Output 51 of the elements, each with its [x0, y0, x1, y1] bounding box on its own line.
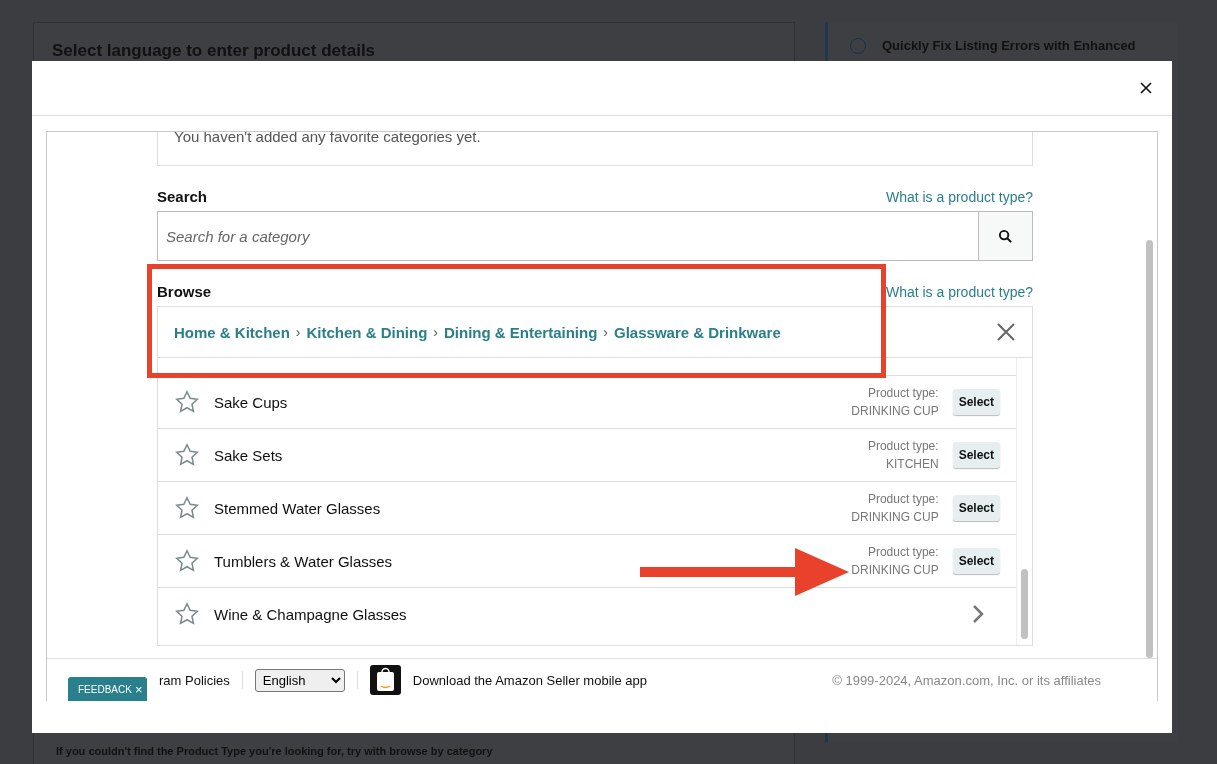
product-type-label: Product type: — [867, 385, 939, 402]
search-label: Search — [157, 188, 208, 205]
product-type-label: Product type: — [867, 491, 939, 508]
category-row[interactable]: Sake Cups Product type: DRINKING CUP Select — [158, 375, 1016, 428]
language-select[interactable]: English — [254, 668, 345, 692]
product-type-value: KITCHEN — [885, 456, 939, 473]
empty-favorites-message: You haven't added any favorite categories yet. — [157, 132, 1033, 166]
product-type-label: Product type: — [867, 438, 939, 455]
help-link[interactable]: What is a product type? — [885, 284, 1033, 300]
star-icon[interactable] — [174, 601, 200, 627]
product-type-value: DRINKING CUP — [851, 509, 939, 526]
chevron-icon: › — [433, 324, 439, 340]
app-download-link[interactable]: Download the Amazon Seller mobile app — [412, 672, 647, 688]
help-link[interactable]: What is a product type? — [885, 189, 1033, 205]
category-name: Stemmed Water Glasses — [214, 499, 382, 517]
select-button[interactable]: Select — [952, 548, 1000, 574]
star-icon[interactable] — [174, 495, 200, 521]
close-button[interactable]: × — [134, 681, 143, 697]
category-name: Tumblers & Water Glasses — [214, 552, 394, 570]
chevron-icon: › — [603, 324, 609, 340]
shopping-bag-icon — [369, 665, 401, 695]
policies-link[interactable]: ram Policies — [159, 672, 230, 688]
category-row[interactable]: Wine & Champagne Glasses — [158, 587, 1016, 640]
chevron-icon: › — [295, 324, 301, 340]
clear-button[interactable] — [996, 322, 1016, 342]
feedback-tab[interactable]: FEEDBACK × — [68, 677, 147, 701]
star-icon[interactable] — [174, 442, 200, 468]
search-field[interactable]: Search for a category — [157, 211, 978, 261]
browse-label: Browse — [157, 283, 212, 300]
category-row[interactable]: Sake Sets Product type: KITCHEN Select — [158, 428, 1016, 481]
category-name: Wine & Champagne Glasses — [214, 605, 408, 623]
category-name: Sake Sets — [214, 446, 284, 464]
search-icon[interactable] — [998, 228, 1013, 244]
category-row[interactable]: Stemmed Water Glasses Product type: DRINKING CUP Select — [158, 481, 1016, 534]
search-button[interactable] — [978, 211, 1033, 261]
category-name: Sake Cups — [214, 393, 289, 411]
select-button[interactable]: Select — [952, 442, 1000, 468]
select-button[interactable]: Select — [952, 389, 1000, 415]
chevron-right-icon[interactable] — [972, 604, 984, 624]
product-type-value: DRINKING CUP — [851, 403, 939, 420]
breadcrumb-link[interactable]: Kitchen & Dining — [306, 323, 428, 341]
product-type-value: DRINKING CUP — [851, 562, 939, 579]
product-type-label: Product type: — [867, 544, 939, 561]
breadcrumb-link[interactable]: Home & Kitchen — [174, 323, 290, 341]
select-button[interactable]: Select — [952, 495, 1000, 521]
star-icon[interactable] — [174, 548, 200, 574]
breadcrumb-link[interactable]: Dining & Entertaining — [444, 323, 598, 341]
copyright-text: © 1999-2024, Amazon.com, Inc. or its affiliates — [832, 672, 1101, 688]
breadcrumb-link[interactable]: Glassware & Drinkware — [614, 323, 781, 341]
close-button[interactable] — [1138, 80, 1154, 96]
star-icon[interactable] — [174, 389, 200, 415]
